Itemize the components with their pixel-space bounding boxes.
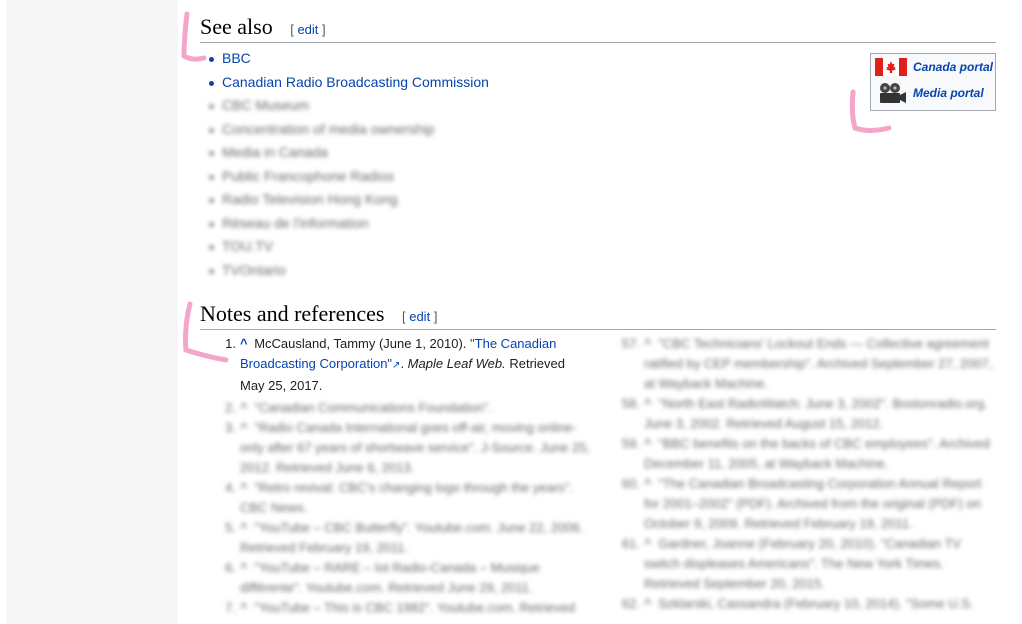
reference-item-blurred: 61. ^ Gardner, Joanne (February 20, 2010)… bbox=[621, 536, 962, 591]
see-also-list: BBC Canadian Radio Broadcasting Commissi… bbox=[200, 48, 700, 283]
see-also-item-blurred[interactable]: Radio Television Hong Kong bbox=[200, 189, 700, 213]
notes-edit-section: [ edit ] bbox=[401, 309, 438, 324]
annotation-mark bbox=[849, 89, 892, 133]
reference-backlink-caret[interactable]: ^ bbox=[240, 336, 248, 351]
reference-item-blurred: 3. ^ "Radio Canada International goes off… bbox=[225, 420, 591, 475]
reference-item-blurred: 4. ^ "Retro revival: CBC's changing logo … bbox=[225, 480, 574, 515]
see-also-item-blurred[interactable]: TOU.TV bbox=[200, 236, 700, 260]
left-sidebar bbox=[6, 0, 178, 624]
see-also-item-blurred[interactable]: Réseau de l'information bbox=[200, 213, 700, 237]
see-also-heading: See also [ edit ] bbox=[200, 14, 996, 43]
see-also-title: See also bbox=[200, 14, 273, 39]
notes-edit-link[interactable]: edit bbox=[409, 309, 430, 324]
reference-item-blurred: 57. ^ "CBC Technicians' Lockout Ends — Co… bbox=[621, 336, 993, 391]
reference-item-blurred: 6. ^ "YouTube – RARE – lot Radio-Canada –… bbox=[225, 560, 540, 595]
reference-item-blurred: 60. ^ "The Canadian Broadcasting Corporat… bbox=[621, 476, 982, 531]
see-also-item-blurred[interactable]: Concentration of media ownership bbox=[200, 119, 700, 143]
media-portal-link[interactable]: Media portal bbox=[913, 86, 984, 100]
see-also-edit-link[interactable]: edit bbox=[297, 22, 318, 37]
notes-heading: Notes and references [ edit ] bbox=[200, 301, 996, 330]
reference-item-blurred: 2. ^ "Canadian Communications Foundation"… bbox=[225, 400, 492, 415]
reference-item-blurred: 7. ^ "YouTube – This is CBC 1982". Youtub… bbox=[225, 600, 576, 615]
annotation-mark bbox=[181, 11, 207, 62]
reference-item-blurred: 58. ^ "North East RadioWatch: June 3, 200… bbox=[621, 396, 988, 431]
references-right-column: 57. ^ "CBC Technicians' Lockout Ends — Co… bbox=[582, 334, 994, 614]
see-also-item[interactable]: BBC bbox=[200, 48, 700, 72]
see-also-item-blurred[interactable]: TVOntario bbox=[200, 260, 700, 284]
see-also-item[interactable]: Canadian Radio Broadcasting Commission bbox=[200, 72, 700, 96]
see-also-item-blurred[interactable]: Public Francophone Radios bbox=[200, 166, 700, 190]
reference-item: 1. ^ McCausland, Tammy (June 1, 2010). "… bbox=[225, 336, 565, 393]
external-link-icon: ↗ bbox=[392, 360, 401, 371]
see-also-item-blurred[interactable]: Media in Canada bbox=[200, 142, 700, 166]
canada-portal-link[interactable]: Canada portal bbox=[913, 60, 993, 74]
annotation-mark bbox=[183, 301, 229, 363]
reference-item-blurred: 59. ^ "BBC benefits on the backs of CBC e… bbox=[621, 436, 990, 471]
portal-row-canada[interactable]: Canada portal bbox=[875, 56, 993, 78]
references-left-column: 1. ^ McCausland, Tammy (June 1, 2010). "… bbox=[178, 334, 590, 618]
see-also-edit-section: [ edit ] bbox=[290, 22, 326, 37]
reference-item-blurred: 62. ^ Szklarski, Cassandra (February 10, … bbox=[621, 596, 974, 611]
reference-item-blurred: 5. ^ "YouTube – CBC Butterfly". Youtube.c… bbox=[225, 520, 584, 555]
canada-flag-icon bbox=[875, 58, 907, 76]
see-also-item-blurred[interactable]: CBC Museum bbox=[200, 95, 700, 119]
